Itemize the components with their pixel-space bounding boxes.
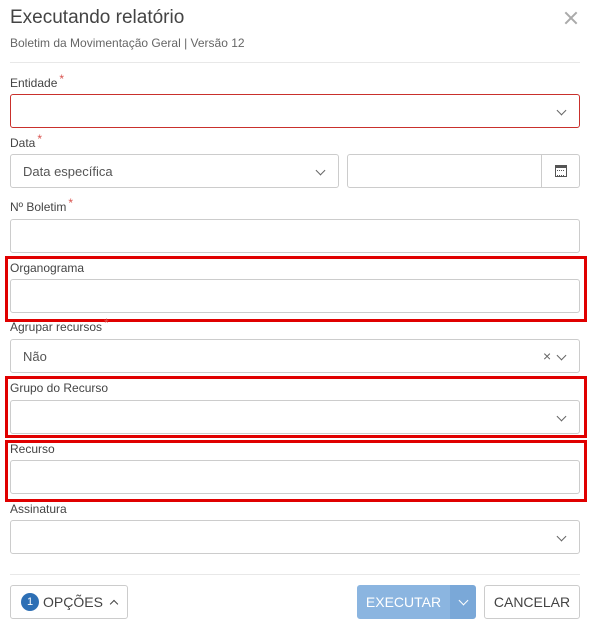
options-label: OPÇÕES bbox=[43, 594, 103, 610]
chevron-down-icon bbox=[556, 531, 567, 542]
calendar-button[interactable] bbox=[541, 155, 579, 187]
date-input[interactable] bbox=[347, 154, 580, 188]
assinatura-label: Assinatura bbox=[10, 502, 67, 516]
data-label: Data * bbox=[10, 132, 43, 150]
chevron-up-icon bbox=[109, 599, 119, 609]
chevron-down-icon bbox=[556, 411, 567, 422]
recurso-label: Recurso bbox=[10, 442, 55, 456]
modal-subtitle: Boletim da Movimentação Geral | Versão 1… bbox=[10, 36, 245, 50]
chevron-down-icon bbox=[315, 165, 326, 176]
entidade-select[interactable] bbox=[10, 94, 580, 128]
organograma-label: Organograma bbox=[10, 261, 85, 275]
execute-dropdown-button[interactable] bbox=[450, 585, 476, 619]
options-count-badge: 1 bbox=[21, 593, 40, 611]
chevron-down-icon bbox=[458, 595, 468, 606]
organograma-input[interactable] bbox=[10, 279, 580, 313]
grupo-select[interactable] bbox=[10, 400, 580, 434]
execute-button[interactable]: EXECUTAR bbox=[357, 585, 450, 619]
boletim-label: Nº Boletim * bbox=[10, 196, 74, 214]
entidade-label: Entidade * bbox=[10, 72, 65, 90]
chevron-down-icon bbox=[556, 105, 567, 116]
grupo-label: Grupo do Recurso bbox=[10, 381, 109, 395]
recurso-input[interactable] bbox=[10, 460, 580, 494]
modal-header: Executando relatório Boletim da Moviment… bbox=[0, 0, 592, 62]
agrupar-select[interactable]: Não × bbox=[10, 339, 580, 373]
options-button[interactable]: 1 OPÇÕES bbox=[10, 585, 128, 619]
close-icon[interactable] bbox=[561, 8, 581, 28]
cancel-button[interactable]: CANCELAR bbox=[484, 585, 580, 619]
footer-divider bbox=[10, 574, 580, 575]
chevron-down-icon bbox=[556, 350, 567, 361]
assinatura-select[interactable] bbox=[10, 520, 580, 554]
modal-title: Executando relatório bbox=[10, 7, 185, 28]
boletim-input[interactable] bbox=[10, 219, 580, 253]
agrupar-label: Agrupar recursos * bbox=[10, 316, 109, 334]
calendar-icon bbox=[555, 165, 567, 177]
header-divider bbox=[10, 62, 580, 63]
data-type-select[interactable]: Data específica bbox=[10, 154, 339, 188]
clear-icon[interactable]: × bbox=[543, 348, 551, 364]
